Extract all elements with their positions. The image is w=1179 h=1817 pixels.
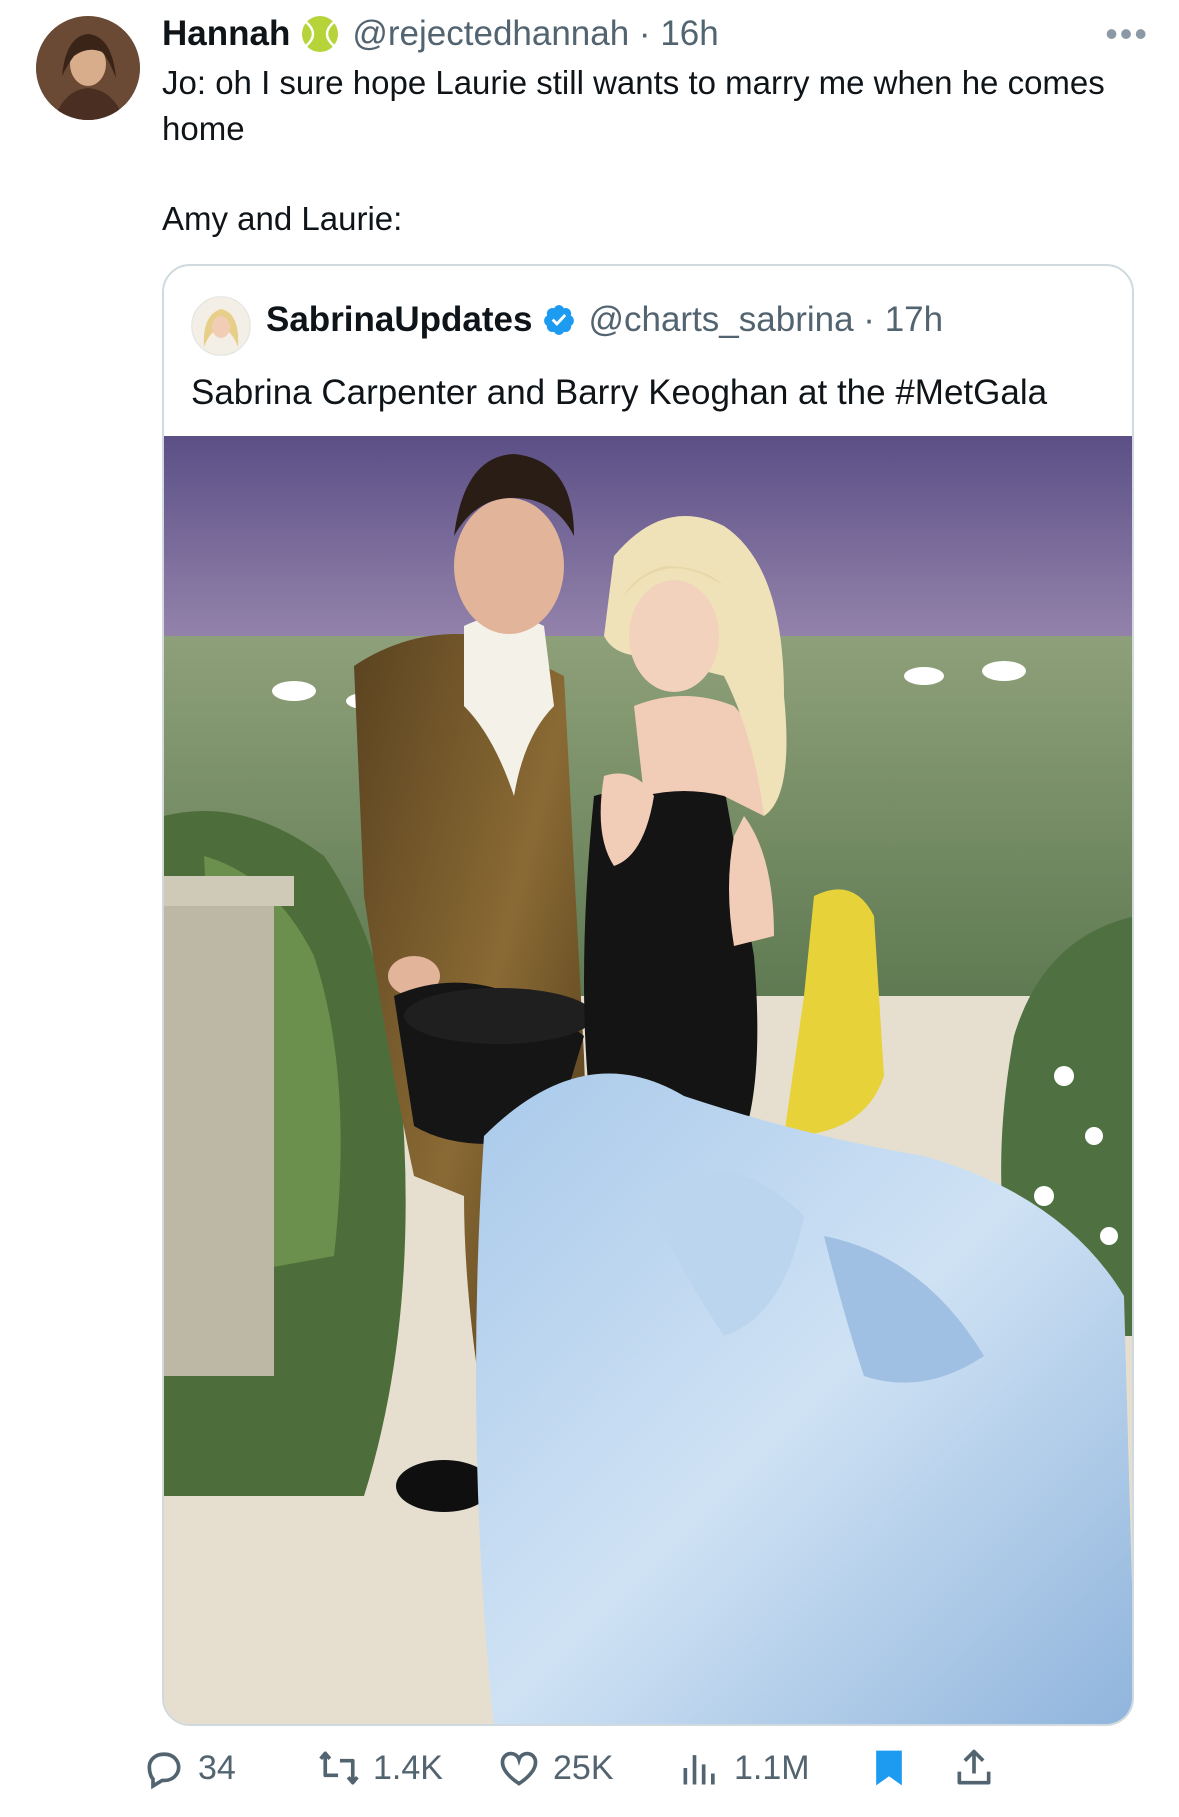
dot-separator: ·: [629, 14, 661, 53]
quoted-tweet[interactable]: SabrinaUpdates @charts_sabrina · 17h Sab…: [162, 264, 1134, 1726]
tweet-text-line: Amy and Laurie:: [162, 200, 403, 237]
tweet-text: Jo: oh I sure hope Laurie still wants to…: [162, 60, 1122, 242]
quoted-header: SabrinaUpdates @charts_sabrina · 17h: [266, 300, 1122, 340]
share-icon: [957, 1749, 991, 1785]
bookmark-icon: [876, 1750, 902, 1786]
like-button[interactable]: 25K: [497, 1736, 614, 1800]
reply-icon: [147, 1752, 181, 1790]
retweet-icon: [319, 1751, 359, 1785]
heart-icon: [500, 1751, 538, 1786]
retweet-button[interactable]: 1.4K: [317, 1736, 443, 1800]
views-icon: [683, 1755, 715, 1785]
views-button[interactable]: 1.1M: [678, 1736, 810, 1800]
dot-separator: ·: [853, 300, 885, 339]
quoted-photo[interactable]: [164, 436, 1132, 1724]
retweet-count: 1.4K: [373, 1748, 443, 1787]
verified-badge-icon: [544, 305, 575, 335]
bookmark-button[interactable]: [867, 1736, 911, 1800]
quoted-post-time: 17h: [884, 300, 944, 339]
like-count: 25K: [553, 1748, 614, 1787]
views-count: 1.1M: [734, 1748, 810, 1787]
author-handle[interactable]: @rejectedhannah: [352, 14, 629, 54]
action-bar: 34 1.4K 25K 1.1M: [147, 1736, 1159, 1800]
share-button[interactable]: [952, 1736, 996, 1800]
more-icon[interactable]: •••: [1105, 16, 1149, 52]
tennis-ball-icon: [300, 14, 340, 54]
tweet-header: Hannah @rejectedhannah · 16h: [162, 12, 1119, 56]
tweet-text-line: Jo: oh I sure hope Laurie still wants to…: [162, 64, 1105, 147]
quoted-author-handle: @charts_sabrina: [588, 300, 854, 339]
quoted-tweet-text: Sabrina Carpenter and Barry Keoghan at t…: [191, 373, 1048, 412]
author-name[interactable]: Hannah: [162, 14, 290, 54]
quoted-author-avatar: [191, 296, 251, 356]
red-carpet-photo: [164, 436, 1132, 1724]
reply-count: 34: [198, 1748, 236, 1787]
reply-button[interactable]: 34: [142, 1736, 236, 1800]
quoted-author-name: SabrinaUpdates: [266, 300, 533, 339]
author-avatar[interactable]: [36, 16, 140, 120]
post-time[interactable]: 16h: [660, 14, 718, 54]
